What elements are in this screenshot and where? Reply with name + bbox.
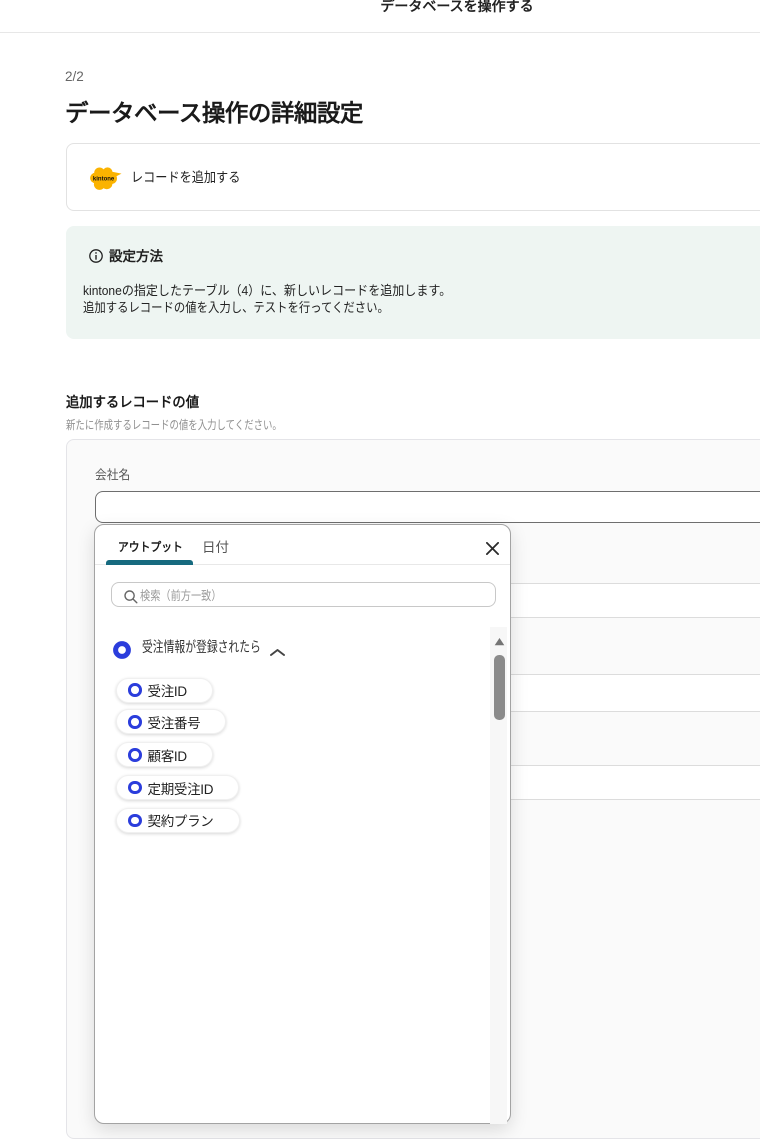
svg-text:kintone: kintone xyxy=(93,177,115,183)
